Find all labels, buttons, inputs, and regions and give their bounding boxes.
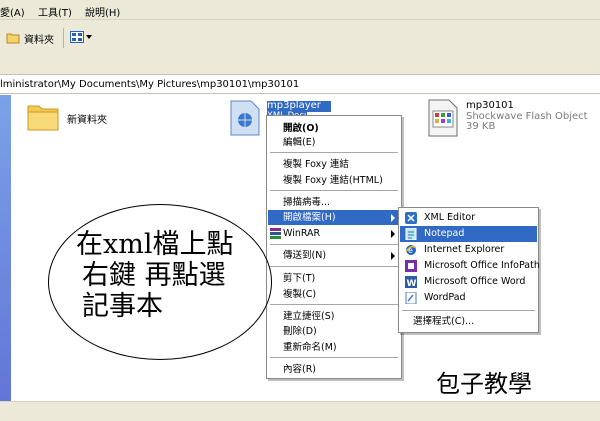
winrar-label: WinRAR <box>283 228 321 239</box>
menu-item-copy-foxy-html[interactable]: 複製 Foxy 連結(HTML) <box>268 173 400 188</box>
submenu-arrow-icon <box>391 214 395 222</box>
flash-file-icon[interactable] <box>427 99 459 137</box>
xml-editor-label: XML Editor <box>424 212 476 223</box>
menu-item-scan[interactable]: 掃描病毒... <box>268 195 400 210</box>
menu-item-open-with[interactable]: 開啟檔案(H) <box>268 210 400 225</box>
submenu-item-internet-explorer[interactable]: e Internet Explorer <box>400 242 537 258</box>
notepad-label: Notepad <box>424 228 465 239</box>
chevron-down-icon <box>86 35 92 39</box>
task-pane <box>0 95 11 401</box>
menu-separator <box>270 244 398 245</box>
swf-file-size: 39 KB <box>466 121 496 132</box>
folder-icon <box>6 33 20 44</box>
svg-text:W: W <box>407 279 417 288</box>
context-menu: 開啟(O) 編輯(E) 複製 Foxy 連結 複製 Foxy 連結(HTML) … <box>266 115 402 379</box>
wordpad-icon <box>405 292 417 304</box>
menu-item-create-shortcut[interactable]: 建立捷徑(S) <box>268 309 400 324</box>
annotation-line-1: 在xml檔上點 <box>76 229 234 260</box>
internet-explorer-icon: e <box>405 245 417 255</box>
xml-file-label[interactable]: mp3player <box>267 100 321 111</box>
xml-file-icon[interactable] <box>229 100 261 136</box>
open-with-submenu: XML Editor Notepad e Internet Explorer M… <box>398 207 540 333</box>
xml-editor-icon <box>405 212 417 224</box>
menu-help[interactable]: 說明(H) <box>85 4 120 19</box>
menu-item-cut[interactable]: 剪下(T) <box>268 271 400 286</box>
status-bar <box>0 401 600 421</box>
explorer-window: 愛(A) 工具(T) 說明(H) 資料夾 lministrator\My Doc… <box>0 0 600 421</box>
notepad-icon <box>405 228 417 240</box>
views-icon <box>70 31 84 43</box>
menu-item-copy-foxy[interactable]: 複製 Foxy 連結 <box>268 157 400 172</box>
submenu-item-wordpad[interactable]: WordPad <box>400 290 537 306</box>
annotation-line-3: 記事本 <box>82 291 163 322</box>
submenu-item-xml-editor[interactable]: XML Editor <box>400 210 537 226</box>
infopath-label: Microsoft Office InfoPath <box>424 260 540 271</box>
send-to-label: 傳送到(N) <box>283 250 327 261</box>
menu-separator <box>270 190 398 191</box>
wordpad-label: WordPad <box>424 292 466 303</box>
menu-item-edit[interactable]: 編輯(E) <box>268 135 400 150</box>
open-with-label: 開啟檔案(H) <box>283 212 336 223</box>
menu-item-winrar[interactable]: WinRAR <box>268 226 400 241</box>
new-folder-label[interactable]: 新資料夾 <box>67 111 107 126</box>
menu-item-copy[interactable]: 複製(C) <box>268 287 400 302</box>
folders-label: 資料夾 <box>24 34 54 46</box>
toolbar <box>0 20 600 74</box>
address-bar[interactable]: lministrator\My Documents\My Pictures\mp… <box>0 74 600 94</box>
submenu-arrow-icon <box>391 252 395 260</box>
menu-item-properties[interactable]: 內容(R) <box>268 362 400 377</box>
menu-separator <box>270 266 398 267</box>
new-folder-icon[interactable] <box>26 100 60 132</box>
swf-file-label[interactable]: mp30101 <box>466 100 514 111</box>
svg-text:e: e <box>408 246 413 255</box>
submenu-item-infopath[interactable]: Microsoft Office InfoPath <box>400 258 540 274</box>
menu-bar: 愛(A) 工具(T) 說明(H) <box>0 0 600 20</box>
menu-separator <box>270 152 398 153</box>
menu-separator <box>270 357 398 358</box>
views-button[interactable] <box>70 31 92 43</box>
submenu-item-choose-program[interactable]: 選擇程式(C)... <box>400 314 537 330</box>
toolbar-separator <box>63 28 64 48</box>
infopath-icon <box>405 260 417 272</box>
folders-button[interactable]: 資料夾 <box>6 30 54 46</box>
menu-item-rename[interactable]: 重新命名(M) <box>268 340 400 355</box>
submenu-item-notepad[interactable]: Notepad <box>400 226 537 242</box>
menu-separator <box>402 310 535 311</box>
menu-separator <box>270 304 398 305</box>
word-icon: W <box>405 276 417 288</box>
annotation-line-2: 右鍵 再點選 <box>82 260 226 291</box>
submenu-item-word[interactable]: W Microsoft Office Word <box>400 274 537 290</box>
menu-item-delete[interactable]: 刪除(D) <box>268 324 400 339</box>
word-label: Microsoft Office Word <box>424 276 526 287</box>
brand-watermark: 包子教學 <box>436 370 532 398</box>
menu-favorites[interactable]: 愛(A) <box>0 4 25 19</box>
submenu-arrow-icon <box>391 230 395 238</box>
menu-tools[interactable]: 工具(T) <box>38 4 72 19</box>
menu-item-open[interactable]: 開啟(O) <box>268 121 400 136</box>
internet-explorer-label: Internet Explorer <box>424 244 505 255</box>
address-path: lministrator\My Documents\My Pictures\mp… <box>0 79 300 90</box>
winrar-icon <box>270 228 281 239</box>
menu-item-send-to[interactable]: 傳送到(N) <box>268 248 400 263</box>
